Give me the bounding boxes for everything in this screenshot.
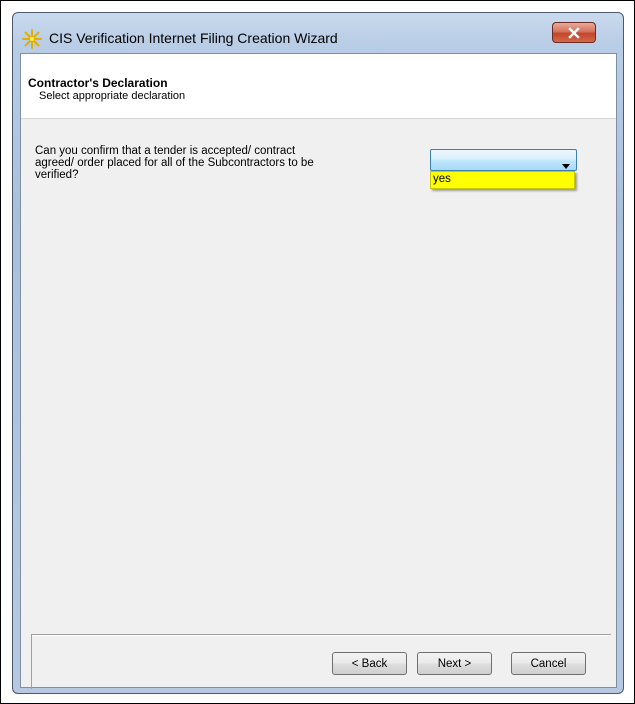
screenshot-frame: CIS Verification Internet Filing Creatio… [0,0,635,704]
cancel-button[interactable]: Cancel [511,652,586,675]
wizard-client-area: Contractor's Declaration Select appropri… [20,53,617,689]
title-bar[interactable]: CIS Verification Internet Filing Creatio… [13,13,623,53]
dropdown-list: yes [430,171,575,189]
page-title: Contractor's Declaration [28,76,168,90]
next-button[interactable]: Next > [417,652,492,675]
dropdown-option-yes[interactable]: yes [433,173,451,185]
footer-divider-edge [31,634,32,689]
declaration-question: Can you confirm that a tender is accepte… [35,145,385,181]
wizard-header: Contractor's Declaration Select appropri… [21,54,616,119]
footer-divider-highlight [31,635,611,636]
back-button[interactable]: < Back [332,652,407,675]
chevron-down-icon[interactable] [562,158,570,172]
declaration-dropdown[interactable] [430,149,577,171]
close-button[interactable] [552,22,596,43]
window-title: CIS Verification Internet Filing Creatio… [49,30,338,46]
question-line: agreed/ order placed for all of the Subc… [35,157,314,169]
wizard-window: CIS Verification Internet Filing Creatio… [12,12,624,694]
close-icon [567,26,581,39]
sparkle-icon [22,29,42,49]
question-line: Can you confirm that a tender is accepte… [35,145,296,157]
question-line: verified? [35,169,79,181]
page-subtitle: Select appropriate declaration [39,90,186,102]
